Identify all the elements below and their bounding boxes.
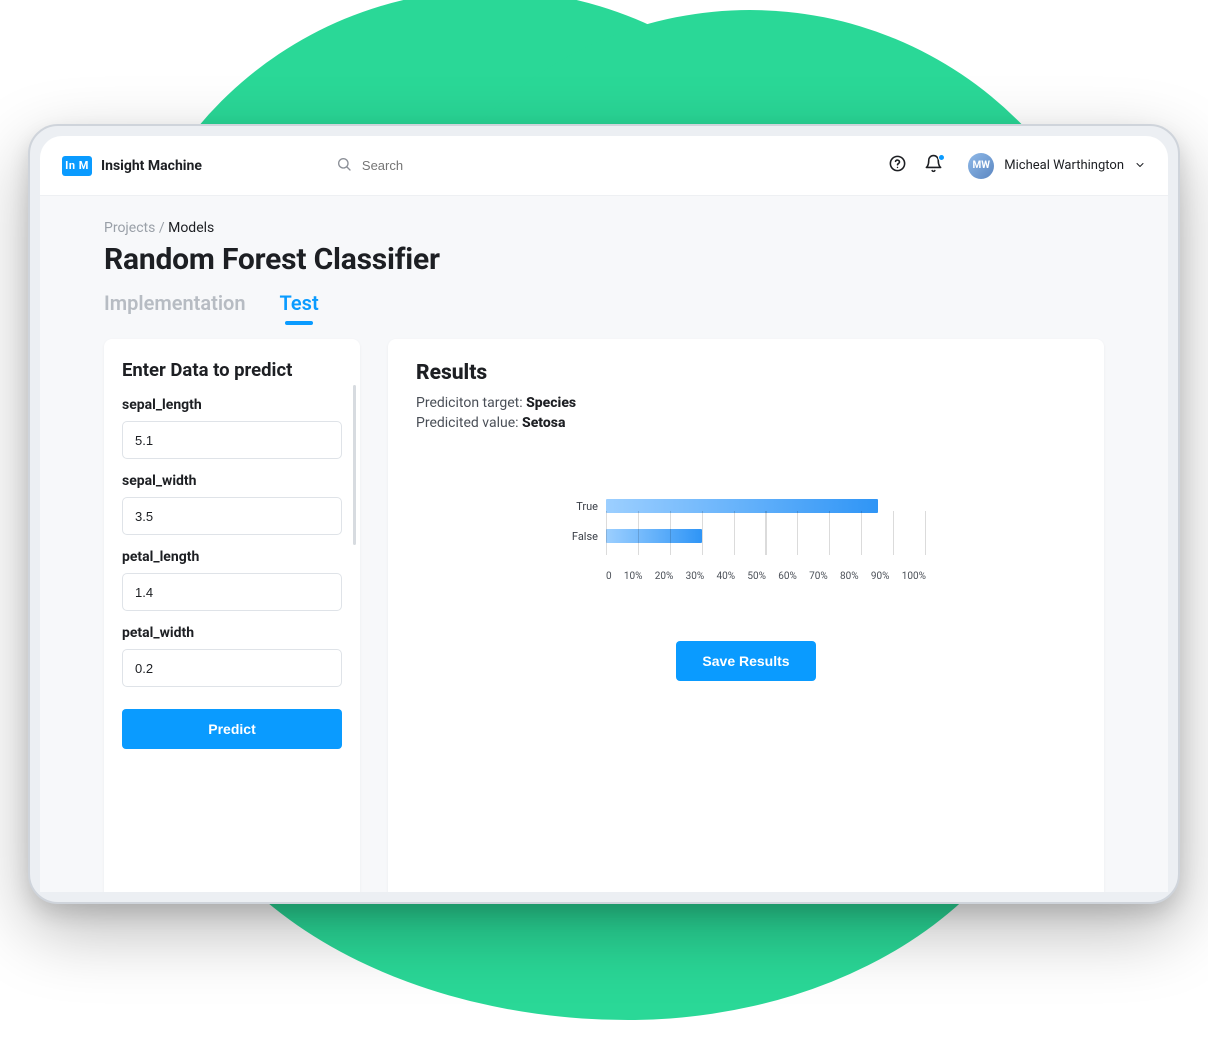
breadcrumb-root[interactable]: Projects xyxy=(104,220,155,236)
field-sepal-length: sepal_length xyxy=(122,397,342,459)
tick-label: 0 xyxy=(606,571,612,582)
search-input[interactable] xyxy=(362,158,562,173)
bar-label: False xyxy=(566,530,606,543)
chart-gridlines xyxy=(606,511,926,555)
prediction-target: Prediciton target: Species xyxy=(416,395,1076,411)
field-label: sepal_length xyxy=(122,397,342,413)
predict-card: Enter Data to predict sepal_length sepal… xyxy=(104,339,360,892)
page-title: Random Forest Classifier xyxy=(104,242,1104,277)
tick-label: 50% xyxy=(747,571,766,582)
petal-width-input[interactable] xyxy=(122,649,342,687)
kv-value: Species xyxy=(526,395,576,411)
user-menu[interactable]: MW Micheal Warthington xyxy=(968,153,1146,179)
user-name: Micheal Warthington xyxy=(1004,158,1124,173)
tick-label: 20% xyxy=(655,571,674,582)
tick-label: 70% xyxy=(809,571,828,582)
petal-length-input[interactable] xyxy=(122,573,342,611)
field-petal-length: petal_length xyxy=(122,549,342,611)
stage: In M Insight Machine xyxy=(0,0,1208,1060)
field-sepal-width: sepal_width xyxy=(122,473,342,535)
panels: Enter Data to predict sepal_length sepal… xyxy=(104,339,1104,892)
help-button[interactable] xyxy=(886,155,908,177)
tick-label: 30% xyxy=(686,571,705,582)
kv-label: Predicited value: xyxy=(416,415,519,431)
screen: In M Insight Machine xyxy=(40,136,1168,892)
kv-label: Prediciton target: xyxy=(416,395,523,411)
topnav: In M Insight Machine xyxy=(40,136,1168,196)
help-icon xyxy=(888,154,907,177)
field-label: petal_width xyxy=(122,625,342,641)
sepal-length-input[interactable] xyxy=(122,421,342,459)
predicted-value: Predicited value: Setosa xyxy=(416,415,1076,431)
sepal-width-input[interactable] xyxy=(122,497,342,535)
tab-test[interactable]: Test xyxy=(280,291,319,325)
search[interactable] xyxy=(336,156,562,176)
breadcrumb-current: Models xyxy=(168,220,214,236)
tick-label: 90% xyxy=(871,571,890,582)
brand-badge: In M xyxy=(62,156,92,176)
probability-chart: True False xyxy=(566,495,926,585)
field-petal-width: petal_width xyxy=(122,625,342,687)
bar-label: True xyxy=(566,500,606,513)
field-label: petal_length xyxy=(122,549,342,565)
brand[interactable]: In M Insight Machine xyxy=(62,156,202,176)
avatar: MW xyxy=(968,153,994,179)
results-card: Results Prediciton target: Species Predi… xyxy=(388,339,1104,892)
tabs: Implementation Test xyxy=(104,291,1104,325)
breadcrumb-separator: / xyxy=(159,220,168,236)
tick-label: 80% xyxy=(840,571,859,582)
tick-label: 10% xyxy=(624,571,643,582)
save-results-button[interactable]: Save Results xyxy=(676,641,815,681)
notification-dot xyxy=(938,154,945,161)
predict-button[interactable]: Predict xyxy=(122,709,342,749)
breadcrumb: Projects / Models xyxy=(104,220,1104,236)
scrollbar[interactable] xyxy=(353,385,356,545)
chart-x-axis: 0 10% 20% 30% 40% 50% 60% 70% 80% 90% 100% xyxy=(606,555,926,585)
tab-implementation[interactable]: Implementation xyxy=(104,291,246,325)
chevron-down-icon xyxy=(1134,156,1146,175)
field-label: sepal_width xyxy=(122,473,342,489)
page-body: Projects / Models Random Forest Classifi… xyxy=(40,196,1168,892)
predict-title: Enter Data to predict xyxy=(122,359,342,381)
results-title: Results xyxy=(416,361,1076,385)
tick-label: 40% xyxy=(717,571,736,582)
kv-value: Setosa xyxy=(522,415,565,431)
chart-tick-labels: 0 10% 20% 30% 40% 50% 60% 70% 80% 90% 100% xyxy=(606,571,926,582)
tick-label: 60% xyxy=(778,571,797,582)
tick-label: 100% xyxy=(902,571,926,582)
notifications-button[interactable] xyxy=(922,155,944,177)
search-icon xyxy=(336,156,352,176)
brand-name: Insight Machine xyxy=(101,158,202,174)
device-frame: In M Insight Machine xyxy=(28,124,1180,904)
